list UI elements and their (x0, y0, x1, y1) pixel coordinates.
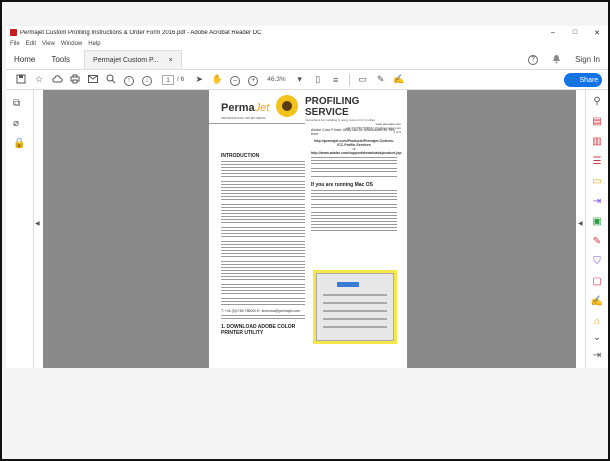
title-bar: Permajet Custom Profiling Instructions &… (6, 26, 608, 39)
chevron-down-icon[interactable]: ⌄ (590, 330, 604, 344)
minimize-button[interactable]: – (542, 29, 564, 36)
stamp-icon[interactable]: ⌂ (590, 314, 604, 328)
zoom-level-dropdown[interactable]: 46.3% (262, 76, 290, 83)
toolbar-divider (348, 73, 350, 86)
highlight-pen-icon[interactable]: ✎ (372, 74, 390, 85)
share-label: Share (579, 76, 599, 84)
right-tools-panel: ⚲ ▤ ▥ ☰ ▭ ⇥ ▣ ✎ ⛉ ▢ ✍ ⌂ ⌄ ⇥ (585, 90, 608, 368)
left-navigation-panel: ⧉ ⌀ 🔒 (6, 90, 34, 368)
previous-page-icon[interactable]: ↑ (120, 74, 138, 86)
window-title: Permajet Custom Profiling Instructions &… (20, 29, 262, 36)
tab-bar: Home Tools Permajet Custom P... × ? Sign… (6, 50, 608, 70)
page-number-input[interactable]: 1 (162, 74, 174, 85)
column-right: Adobe Color Printer Utility can be downl… (311, 128, 401, 235)
acrobat-window: Permajet Custom Profiling Instructions &… (6, 26, 608, 368)
attachment-paperclip-icon[interactable]: ⌀ (13, 118, 19, 129)
menu-view[interactable]: View (42, 41, 55, 47)
menu-help[interactable]: Help (88, 41, 100, 47)
logo-perma-text: Perma (221, 102, 255, 114)
chevron-down-icon[interactable]: ▾ (291, 74, 309, 85)
right-panel-toggle[interactable]: ◀ (576, 90, 585, 368)
share-button[interactable]: 👤 Share (564, 73, 602, 87)
page-fit-icon[interactable]: ▯ (309, 74, 327, 85)
tab-close-icon[interactable]: × (169, 57, 173, 64)
print-icon[interactable] (66, 74, 84, 86)
zoom-out-icon[interactable]: – (226, 74, 244, 86)
email-icon[interactable] (84, 74, 102, 85)
search-icon[interactable] (102, 74, 120, 86)
send-review-icon[interactable]: ▢ (590, 274, 604, 288)
tab-tools[interactable]: Tools (43, 55, 78, 64)
notifications-bell-icon[interactable] (552, 54, 561, 66)
page-navigator: 1 / 6 (156, 74, 190, 85)
zoom-search-icon[interactable]: ⚲ (590, 94, 604, 108)
download-link-1[interactable]: http://permajet.com/Products/Permajet-Cu… (311, 139, 397, 147)
signature-icon[interactable]: ✍ (590, 294, 604, 308)
combine-files-icon[interactable]: ▥ (590, 134, 604, 148)
comment-tool-icon[interactable]: ▭ (590, 174, 604, 188)
tab-document-label: Permajet Custom P... (93, 56, 159, 64)
document-viewport[interactable]: PermaJet PROFESSIONAL INKJET MEDIA PROFI… (43, 90, 576, 368)
hand-tool-icon[interactable]: ✋ (208, 74, 226, 85)
page-total: / 6 (177, 76, 185, 83)
logo-tagline: PROFESSIONAL INKJET MEDIA (221, 116, 266, 120)
maximize-button[interactable]: □ (564, 29, 586, 36)
select-cursor-icon[interactable]: ➤ (190, 74, 208, 85)
header-rule (209, 123, 305, 124)
step-heading: 1. DOWNLOAD ADOBE COLOR PRINTER UTILITY (221, 324, 296, 336)
contact-line: T: +44 (0)1789 768000 E: technical@perma… (221, 309, 301, 313)
tab-home[interactable]: Home (6, 55, 43, 64)
screenshot-figure (313, 270, 397, 344)
save-icon[interactable] (12, 74, 30, 86)
next-page-icon[interactable]: ↓ (138, 74, 156, 86)
share-person-icon: 👤 (567, 77, 577, 84)
comment-icon[interactable]: ▭ (354, 74, 372, 85)
zoom-in-icon[interactable]: + (244, 74, 262, 86)
export-pdf-icon[interactable]: ⇥ (590, 194, 604, 208)
acrobat-app-icon (10, 29, 17, 36)
download-link-2[interactable]: http://www.adobe.com/support/downloads/p… (311, 151, 401, 155)
scroll-mode-icon[interactable]: ≡ (327, 75, 345, 85)
service-title: PROFILING SERVICE (305, 96, 360, 118)
logo-jet-text: Jet (254, 102, 270, 114)
bookmark-star-icon[interactable]: ☆ (30, 74, 48, 85)
pdf-page: PermaJet PROFESSIONAL INKJET MEDIA PROFI… (209, 90, 407, 368)
chevron-left-icon: ◀ (35, 221, 40, 227)
close-button[interactable]: ✕ (586, 29, 608, 37)
fill-sign-icon[interactable]: ✎ (590, 234, 604, 248)
help-icon[interactable]: ? (528, 54, 539, 65)
security-lock-icon[interactable]: 🔒 (13, 138, 25, 149)
screenshot-frame: Permajet Custom Profiling Instructions &… (0, 0, 610, 461)
download-intro: Adobe Color Printer Utility can be downl… (311, 128, 395, 136)
menu-edit[interactable]: Edit (26, 41, 36, 47)
create-pdf-icon[interactable]: ▤ (590, 114, 604, 128)
menu-window[interactable]: Window (61, 41, 82, 47)
sunflower-image (275, 94, 299, 118)
tab-bar-right: ? Sign In (528, 54, 608, 66)
menu-file[interactable]: File (10, 41, 20, 47)
mac-heading: If you are running Mac OS (311, 182, 373, 188)
left-panel-toggle[interactable]: ◀ (35, 90, 43, 368)
toolbar: ☆ ↑ ↓ 1 / 6 ➤ ✋ – + 46.3% ▾ ▯ ≡ ▭ ✎ ✍ 👤 … (6, 70, 608, 90)
intro-heading: INTRODUCTION (221, 153, 260, 159)
sign-icon[interactable]: ✍ (390, 74, 408, 85)
menu-bar: File Edit View Window Help (6, 39, 101, 49)
permajet-logo: PermaJet PROFESSIONAL INKJET MEDIA (221, 98, 269, 120)
protect-shield-icon[interactable]: ⛉ (590, 254, 604, 268)
sign-in-link[interactable]: Sign In (575, 55, 600, 64)
chevron-left-icon: ◀ (578, 221, 583, 227)
edit-pdf-icon[interactable]: ▣ (590, 214, 604, 228)
organize-pages-icon[interactable]: ☰ (590, 154, 604, 168)
column-left: INTRODUCTION T: +44 (0)1789 768000 E: te… (221, 150, 305, 338)
page-thumbnails-icon[interactable]: ⧉ (13, 98, 20, 109)
collapse-panel-icon[interactable]: ⇥ (590, 348, 604, 362)
upload-cloud-icon[interactable] (48, 74, 66, 85)
dialog-mockup (316, 273, 394, 341)
tab-document[interactable]: Permajet Custom P... × (84, 50, 182, 69)
